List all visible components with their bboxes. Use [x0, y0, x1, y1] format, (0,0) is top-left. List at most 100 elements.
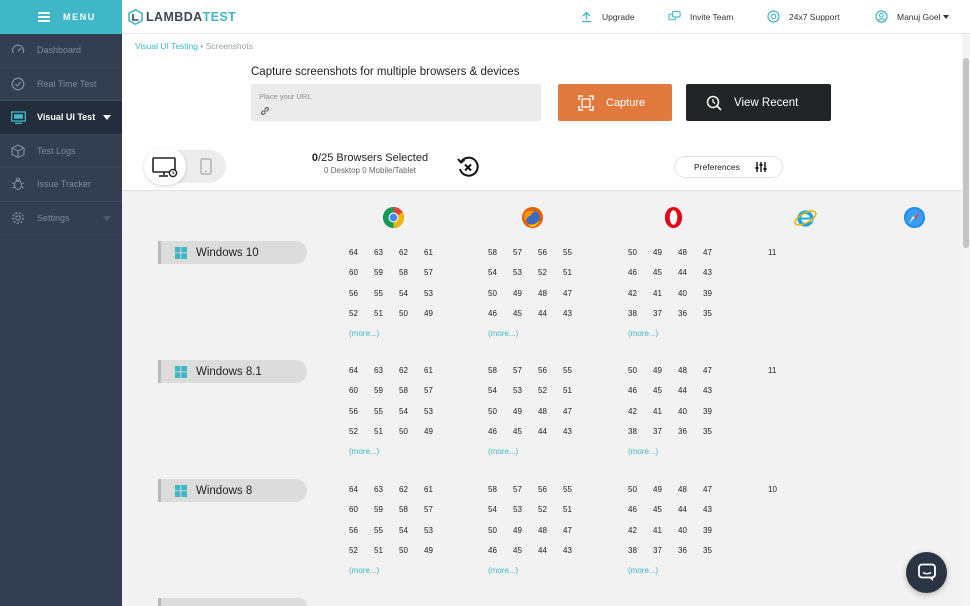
mobile-icon[interactable] — [200, 158, 212, 175]
version-checkbox-chrome[interactable]: 64 — [349, 248, 374, 268]
version-checkbox-firefox[interactable]: 56 — [538, 485, 563, 505]
version-checkbox-opera[interactable]: 49 — [653, 485, 678, 505]
version-checkbox-opera[interactable]: 40 — [678, 407, 703, 427]
version-checkbox-opera[interactable]: 42 — [628, 407, 653, 427]
upgrade-link[interactable]: Upgrade — [580, 10, 635, 23]
version-checkbox-opera[interactable]: 47 — [703, 366, 728, 386]
version-checkbox-firefox[interactable]: 44 — [538, 427, 563, 447]
version-checkbox-opera[interactable]: 44 — [678, 505, 703, 525]
version-checkbox-chrome[interactable]: 52 — [349, 546, 374, 566]
more-versions-link[interactable]: (more...) — [628, 329, 728, 338]
version-checkbox-opera[interactable]: 48 — [678, 366, 703, 386]
version-checkbox-opera[interactable]: 37 — [653, 309, 678, 329]
version-checkbox-opera[interactable]: 42 — [628, 289, 653, 309]
version-checkbox-firefox[interactable]: 53 — [513, 268, 538, 288]
sidebar-item-issue-tracker[interactable]: Issue Tracker — [0, 168, 122, 202]
version-checkbox-opera[interactable]: 42 — [628, 526, 653, 546]
version-checkbox-firefox[interactable]: 43 — [563, 546, 588, 566]
version-checkbox-opera[interactable]: 46 — [628, 505, 653, 525]
more-versions-link[interactable]: (more...) — [349, 329, 449, 338]
version-checkbox-firefox[interactable]: 49 — [513, 289, 538, 309]
device-type-toggle[interactable] — [144, 148, 226, 185]
version-checkbox-firefox[interactable]: 47 — [563, 407, 588, 427]
version-checkbox-firefox[interactable]: 46 — [488, 546, 513, 566]
version-checkbox-chrome[interactable]: 61 — [424, 485, 449, 505]
version-checkbox-opera[interactable]: 38 — [628, 546, 653, 566]
version-checkbox-opera[interactable]: 36 — [678, 427, 703, 447]
version-checkbox-chrome[interactable]: 57 — [424, 268, 449, 288]
version-checkbox-firefox[interactable]: 54 — [488, 386, 513, 406]
preferences-button[interactable]: Preferences — [674, 156, 783, 178]
version-checkbox-chrome[interactable]: 55 — [374, 289, 399, 309]
more-versions-link[interactable]: (more...) — [349, 566, 449, 575]
more-versions-link[interactable]: (more...) — [488, 329, 588, 338]
version-checkbox-chrome[interactable]: 63 — [374, 248, 399, 268]
version-checkbox-firefox[interactable]: 58 — [488, 366, 513, 386]
invite-team-link[interactable]: Invite Team — [668, 10, 733, 23]
version-checkbox-firefox[interactable]: 51 — [563, 386, 588, 406]
version-checkbox-chrome[interactable]: 64 — [349, 366, 374, 386]
version-checkbox-opera[interactable]: 44 — [678, 386, 703, 406]
version-checkbox-opera[interactable]: 43 — [703, 505, 728, 525]
version-checkbox-opera[interactable]: 39 — [703, 407, 728, 427]
version-checkbox-firefox[interactable]: 57 — [513, 485, 538, 505]
ie-version-checkbox[interactable]: 11 — [768, 248, 776, 257]
version-checkbox-opera[interactable]: 50 — [628, 485, 653, 505]
version-checkbox-opera[interactable]: 37 — [653, 427, 678, 447]
version-checkbox-opera[interactable]: 43 — [703, 268, 728, 288]
chat-widget-button[interactable] — [906, 552, 947, 593]
page-scrollbar[interactable] — [962, 34, 970, 606]
version-checkbox-chrome[interactable]: 63 — [374, 366, 399, 386]
version-checkbox-chrome[interactable]: 52 — [349, 427, 374, 447]
version-checkbox-opera[interactable]: 48 — [678, 248, 703, 268]
version-checkbox-chrome[interactable]: 53 — [424, 526, 449, 546]
version-checkbox-firefox[interactable]: 54 — [488, 505, 513, 525]
version-checkbox-opera[interactable]: 46 — [628, 386, 653, 406]
version-checkbox-chrome[interactable]: 55 — [374, 407, 399, 427]
version-checkbox-opera[interactable]: 35 — [703, 427, 728, 447]
version-checkbox-chrome[interactable]: 55 — [374, 526, 399, 546]
version-checkbox-opera[interactable]: 47 — [703, 248, 728, 268]
version-checkbox-firefox[interactable]: 50 — [488, 289, 513, 309]
reset-selection-icon[interactable] — [456, 155, 480, 179]
version-checkbox-chrome[interactable]: 50 — [399, 427, 424, 447]
version-checkbox-chrome[interactable]: 64 — [349, 485, 374, 505]
sidebar-item-dashboard[interactable]: Dashboard — [0, 34, 122, 68]
version-checkbox-firefox[interactable]: 56 — [538, 366, 563, 386]
user-menu[interactable]: Manuj Goel — [875, 10, 950, 23]
version-checkbox-chrome[interactable]: 49 — [424, 427, 449, 447]
version-checkbox-opera[interactable]: 36 — [678, 309, 703, 329]
version-checkbox-opera[interactable]: 35 — [703, 309, 728, 329]
version-checkbox-chrome[interactable]: 62 — [399, 485, 424, 505]
view-recent-button[interactable]: View Recent — [686, 84, 831, 121]
os-label-windows-8[interactable]: Windows 8 — [158, 479, 307, 502]
sidebar-item-test-logs[interactable]: Test Logs — [0, 135, 122, 168]
more-versions-link[interactable]: (more...) — [488, 447, 588, 456]
sidebar-item-visual-ui-test[interactable]: Visual UI Test — [0, 101, 122, 135]
version-checkbox-opera[interactable]: 45 — [653, 268, 678, 288]
version-checkbox-firefox[interactable]: 52 — [538, 505, 563, 525]
version-checkbox-chrome[interactable]: 53 — [424, 407, 449, 427]
sidebar-item-settings[interactable]: Settings — [0, 202, 122, 235]
version-checkbox-opera[interactable]: 41 — [653, 407, 678, 427]
version-checkbox-firefox[interactable]: 48 — [538, 526, 563, 546]
version-checkbox-firefox[interactable]: 57 — [513, 366, 538, 386]
version-checkbox-chrome[interactable]: 49 — [424, 546, 449, 566]
version-checkbox-opera[interactable]: 35 — [703, 546, 728, 566]
lambdatest-logo[interactable]: LAMBDATEST — [128, 9, 236, 25]
version-checkbox-firefox[interactable]: 51 — [563, 268, 588, 288]
version-checkbox-opera[interactable]: 43 — [703, 386, 728, 406]
version-checkbox-firefox[interactable]: 43 — [563, 309, 588, 329]
version-checkbox-firefox[interactable]: 49 — [513, 407, 538, 427]
version-checkbox-chrome[interactable]: 56 — [349, 407, 374, 427]
version-checkbox-firefox[interactable]: 49 — [513, 526, 538, 546]
more-versions-link[interactable]: (more...) — [488, 566, 588, 575]
version-checkbox-firefox[interactable]: 43 — [563, 427, 588, 447]
more-versions-link[interactable]: (more...) — [628, 566, 728, 575]
version-checkbox-opera[interactable]: 37 — [653, 546, 678, 566]
version-checkbox-chrome[interactable]: 60 — [349, 505, 374, 525]
version-checkbox-opera[interactable]: 41 — [653, 289, 678, 309]
version-checkbox-chrome[interactable]: 62 — [399, 248, 424, 268]
version-checkbox-chrome[interactable]: 51 — [374, 546, 399, 566]
version-checkbox-chrome[interactable]: 60 — [349, 386, 374, 406]
